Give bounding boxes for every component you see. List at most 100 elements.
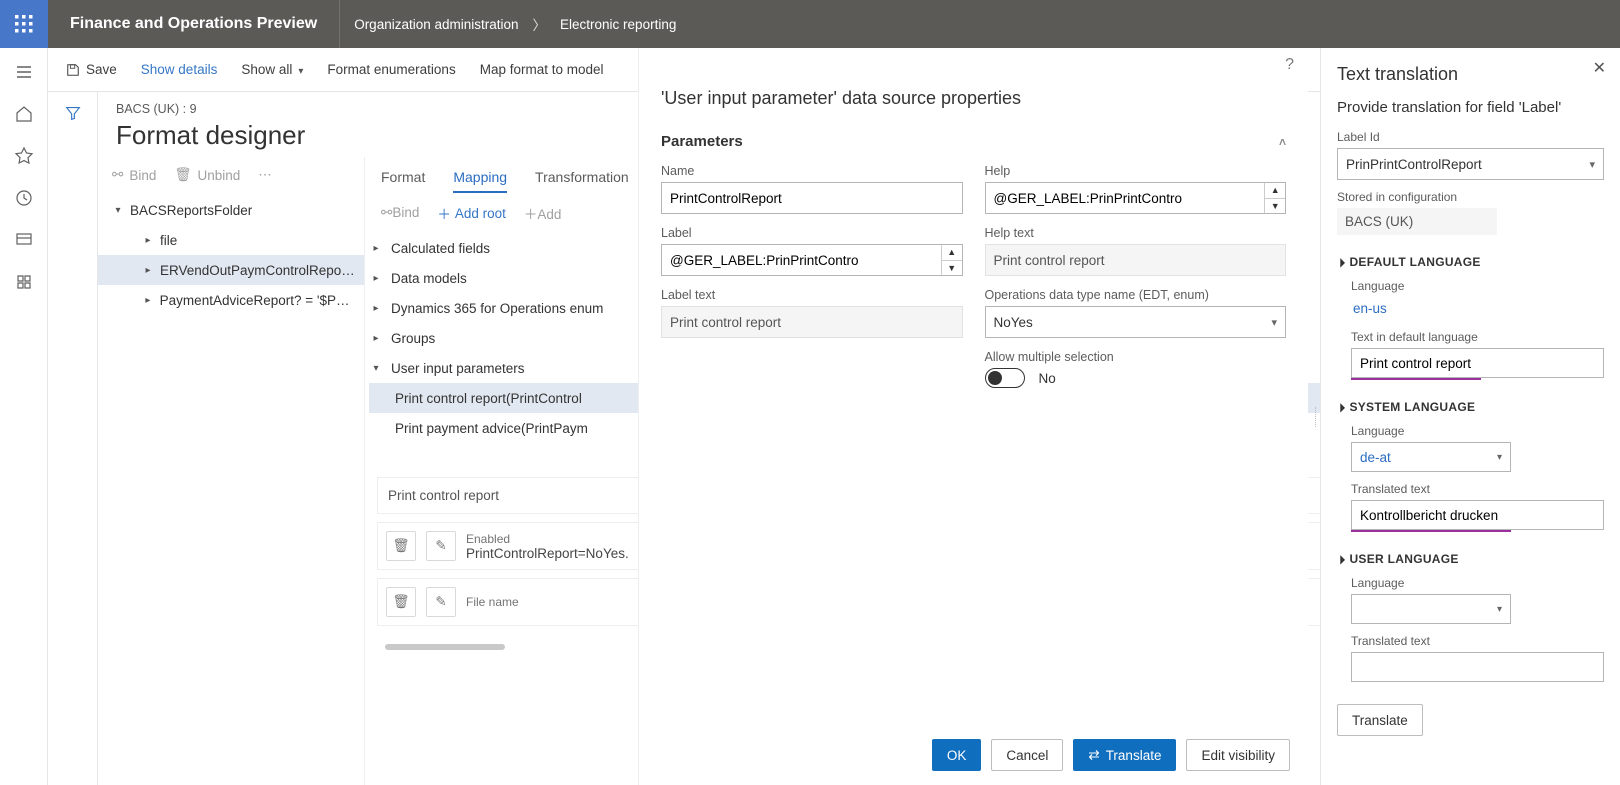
tree-node[interactable]: ▸ERVendOutPaymControlReport? — [98, 255, 364, 285]
label-id-select[interactable]: PrinPrintControlReport — [1337, 148, 1604, 180]
filter-column — [48, 92, 98, 785]
expand-icon[interactable]: ▸ — [142, 295, 154, 306]
allow-multiple-toggle[interactable] — [985, 368, 1025, 388]
field-label: Help text — [985, 226, 1287, 240]
expand-icon[interactable]: ▸ — [142, 265, 154, 276]
edit-binding-button[interactable]: ✎ — [426, 531, 456, 561]
cancel-button[interactable]: Cancel — [991, 739, 1063, 771]
field-label: Language — [1351, 279, 1604, 293]
collapse-icon[interactable]: ▾ — [369, 363, 383, 374]
ok-button[interactable]: OK — [932, 739, 982, 771]
add-dropdown[interactable]: ＋Add — [524, 203, 562, 223]
labeltext-readonly: Print control report — [661, 306, 963, 338]
user-language-select[interactable]: ▾ — [1351, 594, 1511, 624]
field-label: Language — [1351, 424, 1604, 438]
star-icon[interactable] — [14, 146, 34, 166]
app-launcher-button[interactable] — [0, 0, 48, 48]
expand-icon[interactable]: ▸ — [369, 333, 383, 344]
delete-binding-button[interactable]: 🗑 — [386, 531, 416, 561]
workspace-icon[interactable] — [14, 230, 34, 250]
dialog-actions: OK Cancel ⇄Translate Edit visibility — [639, 725, 1308, 785]
link-icon: ⚯ — [112, 167, 123, 183]
panel-resize-grip[interactable] — [1312, 407, 1320, 427]
field-label: Translated text — [1351, 482, 1604, 496]
save-button[interactable]: Save — [66, 62, 117, 77]
bind-button[interactable]: ⚯Bind — [112, 167, 156, 183]
properties-dialog: ? 'User input parameter' data source pro… — [638, 48, 1308, 785]
spinner-icon[interactable]: ▲▼ — [1264, 183, 1285, 213]
translation-flyout: ✕ Text translation Provide translation f… — [1320, 48, 1620, 785]
breadcrumb-item[interactable]: Electronic reporting — [560, 17, 676, 32]
edit-binding-button[interactable]: ✎ — [426, 587, 456, 617]
tree-node[interactable]: ▾BACSReportsFolder — [98, 195, 364, 225]
modules-icon[interactable] — [14, 272, 34, 292]
help-input[interactable]: ▲▼ — [985, 182, 1287, 214]
overflow-button[interactable]: ⋯ — [258, 167, 274, 183]
trash-icon: 🗑 — [174, 167, 191, 183]
default-text-input[interactable] — [1351, 348, 1604, 378]
user-translated-text-input[interactable] — [1351, 652, 1604, 682]
plus-icon: ＋ — [524, 207, 538, 222]
help-icon[interactable]: ? — [1285, 56, 1294, 74]
hamburger-icon[interactable] — [14, 62, 34, 82]
bind-button[interactable]: ⚯Bind — [381, 205, 419, 221]
translate-action-button[interactable]: Translate — [1337, 704, 1423, 736]
dialog-title: 'User input parameter' data source prope… — [639, 82, 1308, 123]
chevron-up-icon: ˄ — [1279, 135, 1286, 149]
recent-icon[interactable] — [14, 188, 34, 208]
section-system-language[interactable]: SYSTEM LANGUAGE — [1337, 400, 1604, 414]
main-area: Save Show details Show all Format enumer… — [48, 48, 1620, 785]
edit-visibility-button[interactable]: Edit visibility — [1186, 739, 1290, 771]
binding-label: File name — [466, 595, 519, 609]
tree-node[interactable]: ▸PaymentAdviceReport? = '$Paym — [98, 285, 364, 315]
field-label: Help — [985, 164, 1287, 178]
tab-format[interactable]: Format — [381, 169, 425, 193]
format-tree: ▾BACSReportsFolder ▸file ▸ERVendOutPaymC… — [98, 193, 364, 317]
translated-text-input[interactable] — [1351, 500, 1604, 530]
system-language-select[interactable]: de-at▾ — [1351, 442, 1511, 472]
label-input[interactable]: ▲▼ — [661, 244, 963, 276]
expand-icon[interactable]: ▸ — [142, 235, 154, 246]
home-icon[interactable] — [14, 104, 34, 124]
default-language-value: en-us — [1351, 297, 1604, 320]
trash-icon: 🗑 — [392, 538, 409, 554]
expand-icon[interactable]: ▸ — [369, 243, 383, 254]
edt-select[interactable]: NoYes — [985, 306, 1287, 338]
add-root-dropdown[interactable]: ＋Add root — [437, 203, 506, 223]
name-input[interactable] — [661, 182, 963, 214]
field-label: Label text — [661, 288, 963, 302]
left-nav-rail — [0, 48, 48, 785]
expand-icon[interactable]: ▸ — [369, 303, 383, 314]
flyout-subtitle: Provide translation for field 'Label' — [1337, 99, 1604, 116]
section-header[interactable]: Parameters ˄ — [639, 123, 1308, 160]
unbind-button[interactable]: 🗑Unbind — [174, 167, 240, 183]
binding-label: Enabled — [466, 532, 629, 546]
top-bar: Finance and Operations Preview Organizat… — [0, 0, 1620, 48]
filter-icon[interactable] — [64, 104, 82, 785]
section-user-language[interactable]: USER LANGUAGE — [1337, 552, 1604, 566]
translate-button[interactable]: ⇄Translate — [1073, 739, 1176, 771]
map-format-button[interactable]: Map format to model — [480, 62, 604, 77]
field-label: Language — [1351, 576, 1604, 590]
breadcrumb-item[interactable]: Organization administration — [354, 17, 518, 32]
delete-binding-button[interactable]: 🗑 — [386, 587, 416, 617]
expand-icon[interactable]: ▸ — [369, 273, 383, 284]
spinner-icon[interactable]: ▲▼ — [941, 245, 962, 275]
field-label: Text in default language — [1351, 330, 1604, 344]
close-icon[interactable]: ✕ — [1593, 58, 1606, 78]
format-enumerations-button[interactable]: Format enumerations — [327, 62, 455, 77]
save-icon — [66, 63, 80, 77]
field-label: Label — [661, 226, 963, 240]
translate-icon: ⇄ — [1088, 747, 1099, 763]
tab-mapping[interactable]: Mapping — [453, 169, 507, 193]
tab-transformations[interactable]: Transformation — [535, 169, 629, 193]
section-default-language[interactable]: DEFAULT LANGUAGE — [1337, 255, 1604, 269]
helptext-readonly: Print control report — [985, 244, 1287, 276]
collapse-icon[interactable]: ▾ — [112, 205, 124, 216]
show-details-button[interactable]: Show details — [141, 62, 218, 77]
tree-node[interactable]: ▸file — [98, 225, 364, 255]
binding-value: PrintControlReport=NoYes. — [466, 546, 629, 561]
show-all-dropdown[interactable]: Show all — [241, 62, 303, 77]
waffle-icon — [15, 15, 33, 33]
toggle-value: No — [1039, 371, 1056, 386]
